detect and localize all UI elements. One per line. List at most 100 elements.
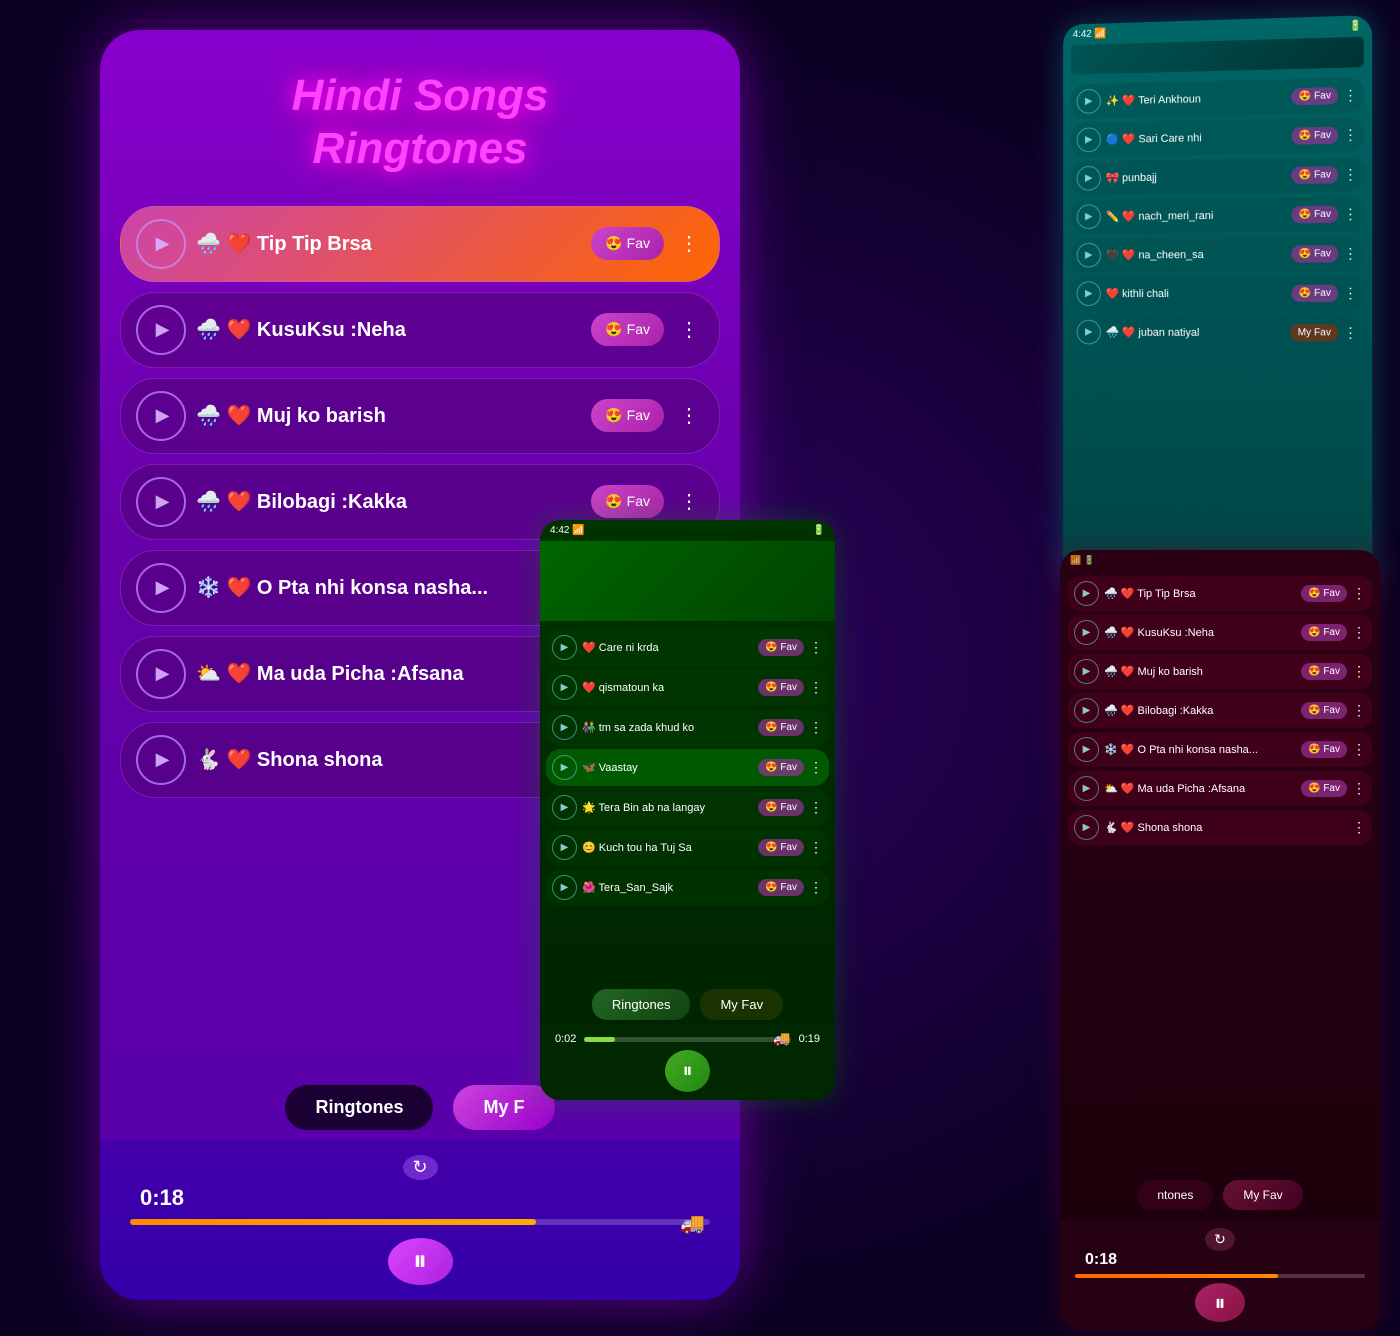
dark-player: ↻ 0:18 ⏸: [1060, 1220, 1380, 1330]
green-fav-5[interactable]: 😍 Fav: [758, 799, 804, 816]
dark-more-7[interactable]: ⋮: [1352, 819, 1366, 836]
dark-more-4[interactable]: ⋮: [1352, 702, 1366, 719]
play-button-3[interactable]: [136, 391, 186, 441]
green-fav-4[interactable]: 😍 Fav: [758, 759, 804, 776]
dark-pause-btn[interactable]: ⏸: [1195, 1283, 1245, 1322]
green-fav-7[interactable]: 😍 Fav: [758, 879, 804, 896]
teal-more-4[interactable]: ⋮: [1343, 205, 1357, 222]
refresh-icon[interactable]: ↻: [403, 1155, 438, 1180]
more-button-1[interactable]: ⋮: [674, 231, 704, 256]
teal-more-3[interactable]: ⋮: [1343, 166, 1357, 183]
dark-more-3[interactable]: ⋮: [1352, 663, 1366, 680]
progress-bar[interactable]: 🚚: [130, 1219, 710, 1225]
teal-fav-3[interactable]: 😍 Fav: [1291, 166, 1338, 184]
teal-fav-6[interactable]: 😍 Fav: [1291, 285, 1338, 302]
green-fav-6[interactable]: 😍 Fav: [758, 839, 804, 856]
teal-fav-2[interactable]: 😍 Fav: [1291, 127, 1338, 145]
teal-more-7[interactable]: ⋮: [1343, 324, 1357, 341]
green-more-1[interactable]: ⋮: [809, 639, 823, 656]
more-button-2[interactable]: ⋮: [674, 317, 704, 342]
dark-title-2: 🌧️ ❤️ KusuKsu :Neha: [1104, 626, 1296, 639]
teal-play-1[interactable]: ▶: [1077, 89, 1101, 114]
fav-button-1[interactable]: 😍 Fav: [591, 227, 664, 260]
dark-play-3[interactable]: ▶: [1074, 659, 1099, 684]
teal-more-6[interactable]: ⋮: [1343, 285, 1357, 302]
song-title-3: 🌧️ ❤️ Muj ko barish: [196, 403, 581, 428]
teal-fav-1[interactable]: 😍 Fav: [1291, 87, 1338, 105]
dark-refresh-btn[interactable]: ↻: [1205, 1228, 1235, 1251]
green-more-4[interactable]: ⋮: [809, 759, 823, 776]
dark-fav-3[interactable]: 😍 Fav: [1301, 663, 1347, 680]
dark-myfav-btn[interactable]: My Fav: [1223, 1180, 1302, 1210]
dark-more-5[interactable]: ⋮: [1352, 741, 1366, 758]
dark-fav-2[interactable]: 😍 Fav: [1301, 624, 1347, 641]
teal-title-6: ❤️ kithli chali: [1106, 287, 1287, 300]
play-button-1[interactable]: [136, 219, 186, 269]
green-play-1[interactable]: ▶: [552, 635, 577, 660]
teal-fav-5[interactable]: 😍 Fav: [1291, 245, 1338, 262]
green-play-3[interactable]: ▶: [552, 715, 577, 740]
dark-fav-5[interactable]: 😍 Fav: [1301, 741, 1347, 758]
green-fav-3[interactable]: 😍 Fav: [758, 719, 804, 736]
play-button-5[interactable]: [136, 563, 186, 613]
dark-play-4[interactable]: ▶: [1074, 698, 1099, 723]
green-fav-2[interactable]: 😍 Fav: [758, 679, 804, 696]
green-more-6[interactable]: ⋮: [809, 839, 823, 856]
green-play-4[interactable]: ▶: [552, 755, 577, 780]
dark-play-1[interactable]: ▶: [1074, 581, 1099, 606]
teal-more-1[interactable]: ⋮: [1343, 87, 1357, 105]
dark-more-6[interactable]: ⋮: [1352, 780, 1366, 797]
green-progress-bar[interactable]: 🚚: [584, 1037, 790, 1042]
teal-play-2[interactable]: ▶: [1077, 127, 1101, 152]
pause-button[interactable]: ⏸: [388, 1238, 453, 1285]
green-play-7[interactable]: ▶: [552, 875, 577, 900]
dark-play-2[interactable]: ▶: [1074, 620, 1099, 645]
play-button-7[interactable]: [136, 735, 186, 785]
teal-play-7[interactable]: ▶: [1077, 320, 1101, 345]
song-item-1: 🌧️ ❤️ Tip Tip Brsa 😍 Fav ⋮: [120, 206, 720, 282]
more-button-4[interactable]: ⋮: [674, 489, 704, 514]
more-button-3[interactable]: ⋮: [674, 403, 704, 428]
green-song-6: ▶ 😊 Kuch tou ha Tuj Sa 😍 Fav ⋮: [546, 829, 829, 866]
green-more-7[interactable]: ⋮: [809, 879, 823, 896]
fav-button-3[interactable]: 😍 Fav: [591, 399, 664, 432]
dark-more-2[interactable]: ⋮: [1352, 624, 1366, 641]
green-pause-btn[interactable]: ⏸: [665, 1050, 710, 1092]
dark-play-5[interactable]: ▶: [1074, 737, 1099, 762]
teal-title-1: ✨ ❤️ Teri Ankhoun: [1106, 90, 1287, 107]
ringtones-nav-btn[interactable]: Ringtones: [285, 1085, 433, 1130]
teal-fav-my[interactable]: My Fav: [1291, 324, 1339, 341]
title-line1: Hindi Songs: [292, 71, 549, 120]
dark-play-7[interactable]: ▶: [1074, 815, 1099, 840]
green-more-5[interactable]: ⋮: [809, 799, 823, 816]
play-button-4[interactable]: [136, 477, 186, 527]
green-ringtones-btn[interactable]: Ringtones: [592, 989, 691, 1020]
green-play-2[interactable]: ▶: [552, 675, 577, 700]
dark-more-1[interactable]: ⋮: [1352, 585, 1366, 602]
teal-more-5[interactable]: ⋮: [1343, 245, 1357, 262]
teal-play-3[interactable]: ▶: [1077, 166, 1101, 191]
fav-button-4[interactable]: 😍 Fav: [591, 485, 664, 518]
play-button-2[interactable]: [136, 305, 186, 355]
dark-fav-4[interactable]: 😍 Fav: [1301, 702, 1347, 719]
green-fav-1[interactable]: 😍 Fav: [758, 639, 804, 656]
dark-play-6[interactable]: ▶: [1074, 776, 1099, 801]
play-button-6[interactable]: [136, 649, 186, 699]
teal-play-5[interactable]: ▶: [1077, 243, 1101, 268]
dark-progress-bar[interactable]: [1075, 1274, 1365, 1278]
fav-button-2[interactable]: 😍 Fav: [591, 313, 664, 346]
green-play-6[interactable]: ▶: [552, 835, 577, 860]
dark-fav-6[interactable]: 😍 Fav: [1301, 780, 1347, 797]
green-play-5[interactable]: ▶: [552, 795, 577, 820]
green-bottom-nav: Ringtones My Fav: [540, 989, 835, 1020]
green-header: [540, 541, 835, 621]
green-myfav-btn[interactable]: My Fav: [700, 989, 783, 1020]
teal-more-2[interactable]: ⋮: [1343, 126, 1357, 144]
teal-play-6[interactable]: ▶: [1077, 281, 1101, 306]
dark-fav-1[interactable]: 😍 Fav: [1301, 585, 1347, 602]
green-more-2[interactable]: ⋮: [809, 679, 823, 696]
teal-fav-4[interactable]: 😍 Fav: [1291, 206, 1338, 224]
teal-play-4[interactable]: ▶: [1077, 204, 1101, 229]
dark-ringtones-btn[interactable]: ntones: [1137, 1180, 1213, 1210]
green-more-3[interactable]: ⋮: [809, 719, 823, 736]
